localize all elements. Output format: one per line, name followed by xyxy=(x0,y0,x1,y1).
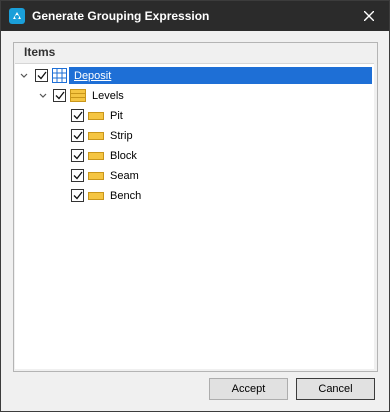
expand-deposit-toggle[interactable] xyxy=(18,70,30,82)
expand-levels-toggle[interactable] xyxy=(37,90,49,102)
selection-highlight xyxy=(69,67,372,84)
deposit-checkbox[interactable] xyxy=(35,69,48,82)
chevron-down-icon xyxy=(39,93,47,98)
level-icon xyxy=(88,112,104,120)
tree-item-levels[interactable]: Levels xyxy=(92,89,124,103)
tree-item-seam[interactable]: Seam xyxy=(110,169,139,183)
items-tree[interactable]: Deposit Levels Pit Strip Block Seam Benc… xyxy=(15,63,374,369)
title-bar[interactable]: Generate Grouping Expression xyxy=(1,1,389,31)
pit-checkbox[interactable] xyxy=(71,109,84,122)
checkmark-icon xyxy=(73,191,83,200)
tree-item-bench[interactable]: Bench xyxy=(110,189,141,203)
accept-button[interactable]: Accept xyxy=(209,378,288,400)
app-logo-icon xyxy=(9,8,25,24)
checkmark-icon xyxy=(55,91,65,100)
dialog-window: Generate Grouping Expression Items Depos… xyxy=(0,0,390,412)
levels-stack-icon xyxy=(70,89,86,102)
table-icon xyxy=(52,68,67,83)
checkmark-icon xyxy=(73,171,83,180)
groupbox-label: Items xyxy=(24,45,56,59)
level-icon xyxy=(88,132,104,140)
items-groupbox: Items Deposit Levels Pit Strip Block Sea… xyxy=(13,42,378,372)
checkmark-icon xyxy=(37,71,47,80)
tree-item-deposit[interactable]: Deposit xyxy=(74,69,111,83)
level-icon xyxy=(88,152,104,160)
tree-item-pit[interactable]: Pit xyxy=(110,109,123,123)
cancel-button[interactable]: Cancel xyxy=(296,378,375,400)
tree-item-strip[interactable]: Strip xyxy=(110,129,133,143)
chevron-down-icon xyxy=(20,73,28,78)
block-checkbox[interactable] xyxy=(71,149,84,162)
close-icon xyxy=(364,11,374,21)
checkmark-icon xyxy=(73,151,83,160)
level-icon xyxy=(88,172,104,180)
seam-checkbox[interactable] xyxy=(71,169,84,182)
checkmark-icon xyxy=(73,131,83,140)
bench-checkbox[interactable] xyxy=(71,189,84,202)
level-icon xyxy=(88,192,104,200)
tree-item-block[interactable]: Block xyxy=(110,149,137,163)
checkmark-icon xyxy=(73,111,83,120)
levels-checkbox[interactable] xyxy=(53,89,66,102)
strip-checkbox[interactable] xyxy=(71,129,84,142)
close-button[interactable] xyxy=(356,5,382,27)
window-title: Generate Grouping Expression xyxy=(32,9,210,23)
